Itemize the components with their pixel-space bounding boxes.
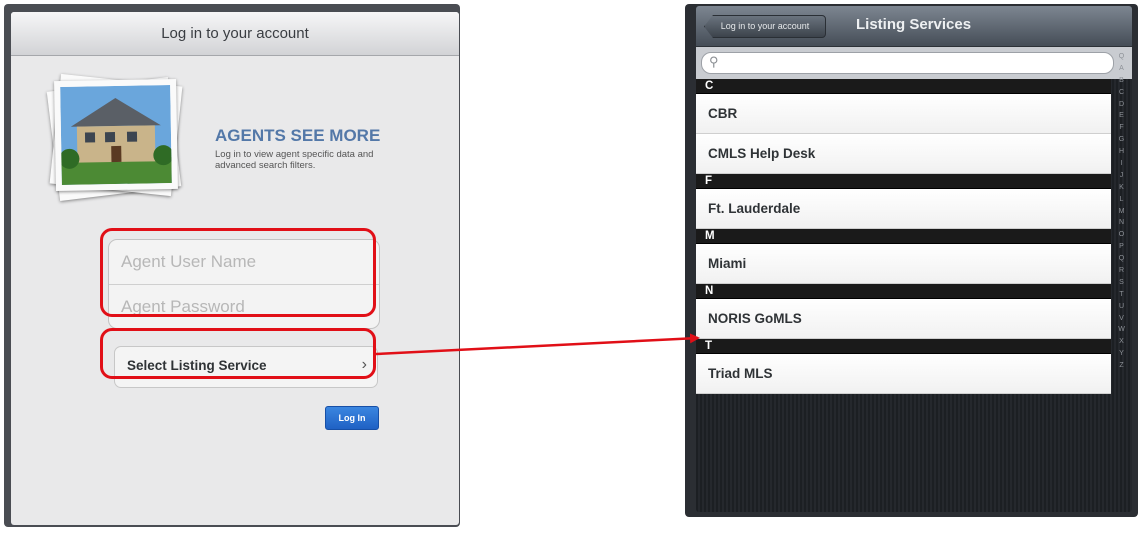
connector-arrow-icon [375,333,700,356]
